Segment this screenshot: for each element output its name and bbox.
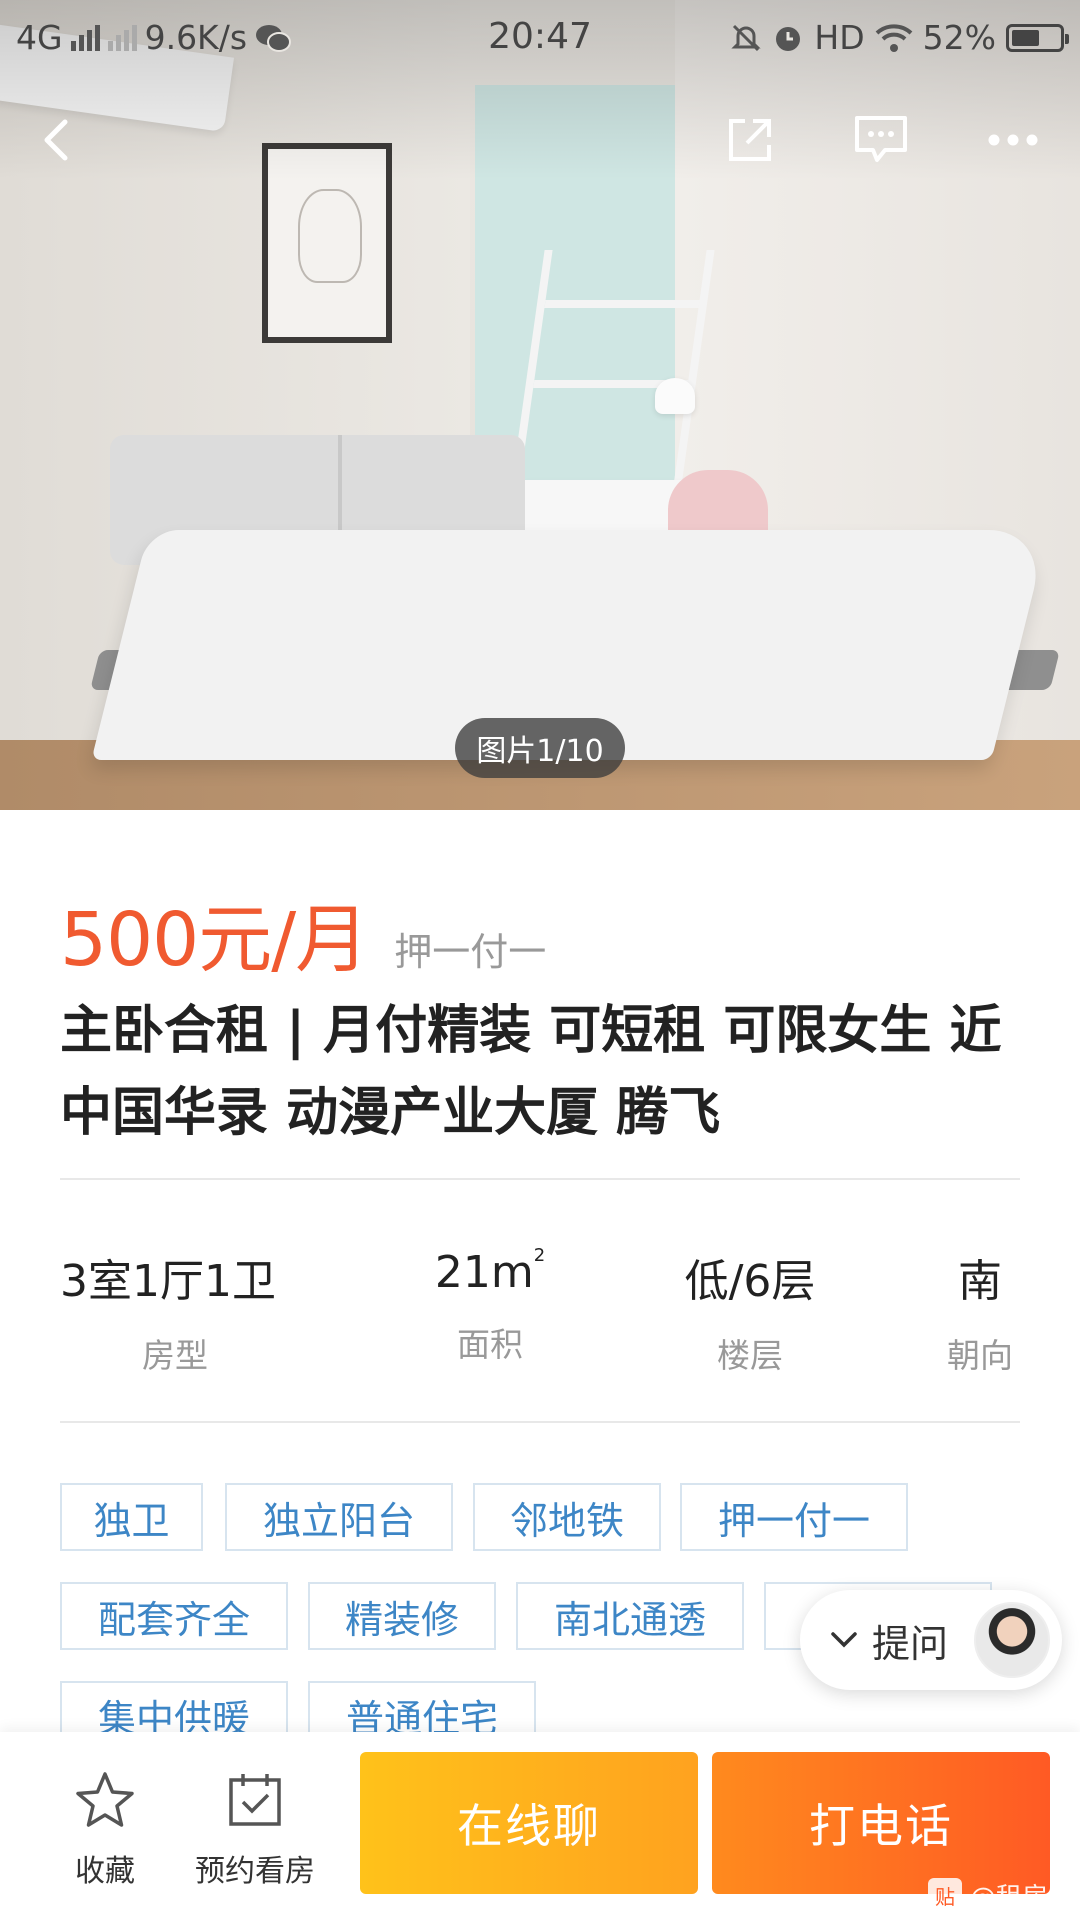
fact-value: 低/6层: [684, 1256, 816, 1307]
fact-value: 21m2: [410, 1245, 570, 1298]
fact-label: 楼层: [717, 1336, 783, 1375]
listing-detail-screen: { "status_bar": { "network": "4G", "spee…: [0, 0, 1080, 1920]
photo-counter: 图片1/10: [455, 718, 625, 778]
rent-price: 500元/月: [60, 897, 369, 983]
online-chat-button[interactable]: 在线聊: [360, 1752, 698, 1894]
tag: 独立阳台: [225, 1483, 453, 1551]
battery-icon: [1006, 23, 1069, 52]
battery-percent: 52%: [922, 18, 996, 57]
payment-term: 押一付一: [394, 930, 547, 974]
wifi-icon: [875, 23, 912, 52]
ask-question-button[interactable]: 提问: [800, 1590, 1062, 1690]
message-icon: [855, 116, 907, 162]
fact-label: 房型: [142, 1336, 208, 1375]
message-button[interactable]: [846, 105, 916, 175]
status-right: HD 52%: [730, 18, 1069, 57]
hd-indicator: HD: [814, 18, 865, 57]
tag: 精装修: [308, 1582, 496, 1650]
photo-lamp: [655, 378, 695, 414]
divider: [60, 1178, 1020, 1180]
fact-label: 朝向: [947, 1336, 1013, 1375]
mute-bell-icon: [731, 24, 762, 51]
calendar-check-icon: [229, 1774, 281, 1826]
tag: 配套齐全: [60, 1582, 288, 1650]
fact-floor: 低/6层 楼层: [660, 1245, 840, 1377]
area-value: 21m: [434, 1247, 534, 1298]
listing-photo[interactable]: [0, 0, 1080, 810]
share-icon: [729, 119, 771, 161]
share-button[interactable]: [715, 105, 785, 175]
fact-value: 3室1厅1卫: [60, 1256, 276, 1307]
tag: 独卫: [60, 1483, 203, 1551]
chevron-down-icon: [830, 1625, 860, 1655]
ask-label: 提问: [872, 1621, 949, 1666]
more-button[interactable]: [978, 105, 1048, 175]
area-unit-superscript: 2: [533, 1245, 546, 1266]
divider: [60, 1421, 1020, 1423]
star-icon: [76, 1772, 134, 1827]
fact-value: 南: [958, 1256, 1002, 1307]
fact-orientation: 南 朝向: [940, 1245, 1020, 1377]
favorite-button[interactable]: 收藏: [60, 1770, 150, 1890]
back-button[interactable]: [22, 105, 92, 175]
more-icon: [988, 134, 1038, 146]
source-watermark: 贴 @租房吧: [927, 1870, 1080, 1920]
listing-title: 主卧合租 | 月付精装 可短租 可限女生 近中国华录 动漫产业大厦 腾飞: [60, 1001, 1002, 1143]
appointment-label: 预约看房: [195, 1854, 315, 1889]
status-bar: 4G 9.6K/s 20:47 HD 52%: [0, 0, 1080, 74]
fact-layout: 3室1厅1卫 房型: [60, 1245, 290, 1377]
appointment-button[interactable]: 预约看房: [185, 1770, 325, 1890]
watermark-text: @租房吧: [969, 1882, 1074, 1913]
agent-avatar: [974, 1602, 1050, 1678]
alarm-icon: [776, 26, 801, 51]
fact-label: 面积: [457, 1325, 523, 1364]
bottom-action-bar: 收藏 预约看房 在线聊 打电话: [0, 1732, 1080, 1920]
tag: 南北通透: [516, 1582, 744, 1650]
tieba-icon: 贴: [927, 1878, 962, 1912]
fact-area: 21m2 面积: [410, 1245, 570, 1366]
back-icon: [44, 119, 68, 161]
favorite-label: 收藏: [75, 1854, 135, 1889]
price-row: 500元/月 押一付一: [60, 880, 546, 987]
tag: 邻地铁: [473, 1483, 661, 1551]
tag: 押一付一: [680, 1483, 908, 1551]
property-facts: 3室1厅1卫 房型 21m2 面积 低/6层 楼层 南 朝向: [60, 1245, 1020, 1375]
